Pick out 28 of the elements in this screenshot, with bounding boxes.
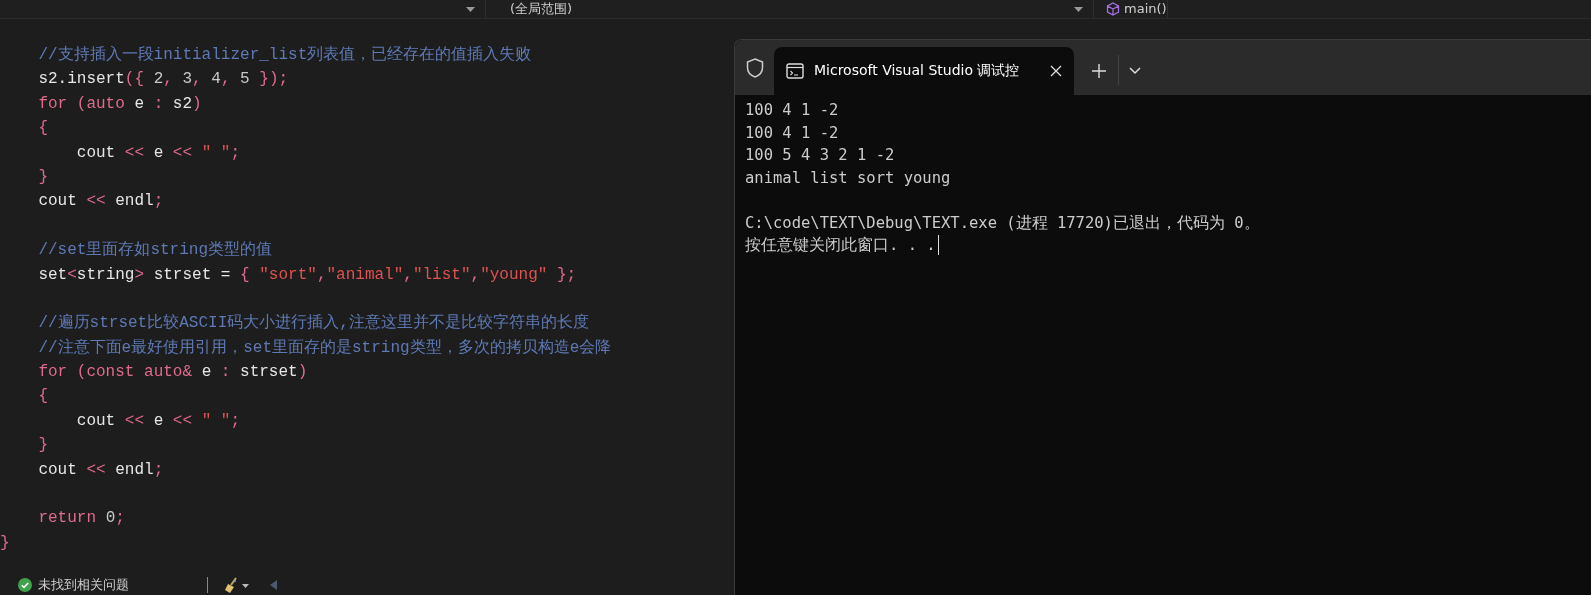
code-line: //遍历strset比较ASCII码大小进行插入,注意这里并不是比较字符串的长度 bbox=[37, 312, 589, 335]
code-line: set<string> strset = { "sort","animal","list","young" }; bbox=[37, 264, 577, 286]
code-line: } bbox=[37, 435, 48, 457]
terminal-tab[interactable]: Microsoft Visual Studio 调试控 bbox=[774, 47, 1074, 95]
output-line: 100 4 1 -2 bbox=[745, 100, 839, 121]
code-line: //set里面存如string类型的值 bbox=[37, 240, 273, 262]
output-line: animal list sort young bbox=[745, 167, 951, 189]
code-line: { bbox=[37, 386, 48, 408]
code-line: cout << e << " "; bbox=[75, 410, 241, 432]
code-line: return 0; bbox=[37, 508, 125, 530]
code-line: for (auto e : s2) bbox=[37, 93, 202, 115]
scope-dropdown[interactable]: (全局范围) bbox=[510, 1, 573, 17]
code-line: cout << endl; bbox=[37, 459, 164, 481]
code-line: { bbox=[37, 118, 48, 140]
code-line: cout << endl; bbox=[37, 191, 164, 213]
member-dropdown[interactable]: main() bbox=[1124, 1, 1167, 17]
code-line: } bbox=[0, 532, 10, 554]
output-line: C:\code\TEXT\Debug\TEXT.exe (进程 17720)已退出，代码为 0。 bbox=[745, 212, 1260, 234]
code-line: } bbox=[37, 166, 48, 188]
code-line: cout << e << " "; bbox=[75, 142, 241, 164]
output-line: 按任意键关闭此窗口. . . bbox=[745, 235, 936, 256]
output-line: 100 4 1 -2 bbox=[745, 122, 839, 144]
code-line: s2.insert({ 2, 3, 4, 5 }); bbox=[37, 69, 289, 91]
issues-status[interactable]: 未找到相关问题 bbox=[38, 576, 129, 594]
output-line: 100 5 4 3 2 1 -2 bbox=[745, 145, 895, 166]
code-line: //注意下面e最好使用引用，set里面存的是string类型，多次的拷贝构造e会降 bbox=[37, 337, 612, 359]
code-line: //支持插入一段initializer_list列表值，已经存在的值插入失败 bbox=[37, 45, 532, 66]
code-line: for (const auto& e : strset) bbox=[37, 362, 308, 384]
